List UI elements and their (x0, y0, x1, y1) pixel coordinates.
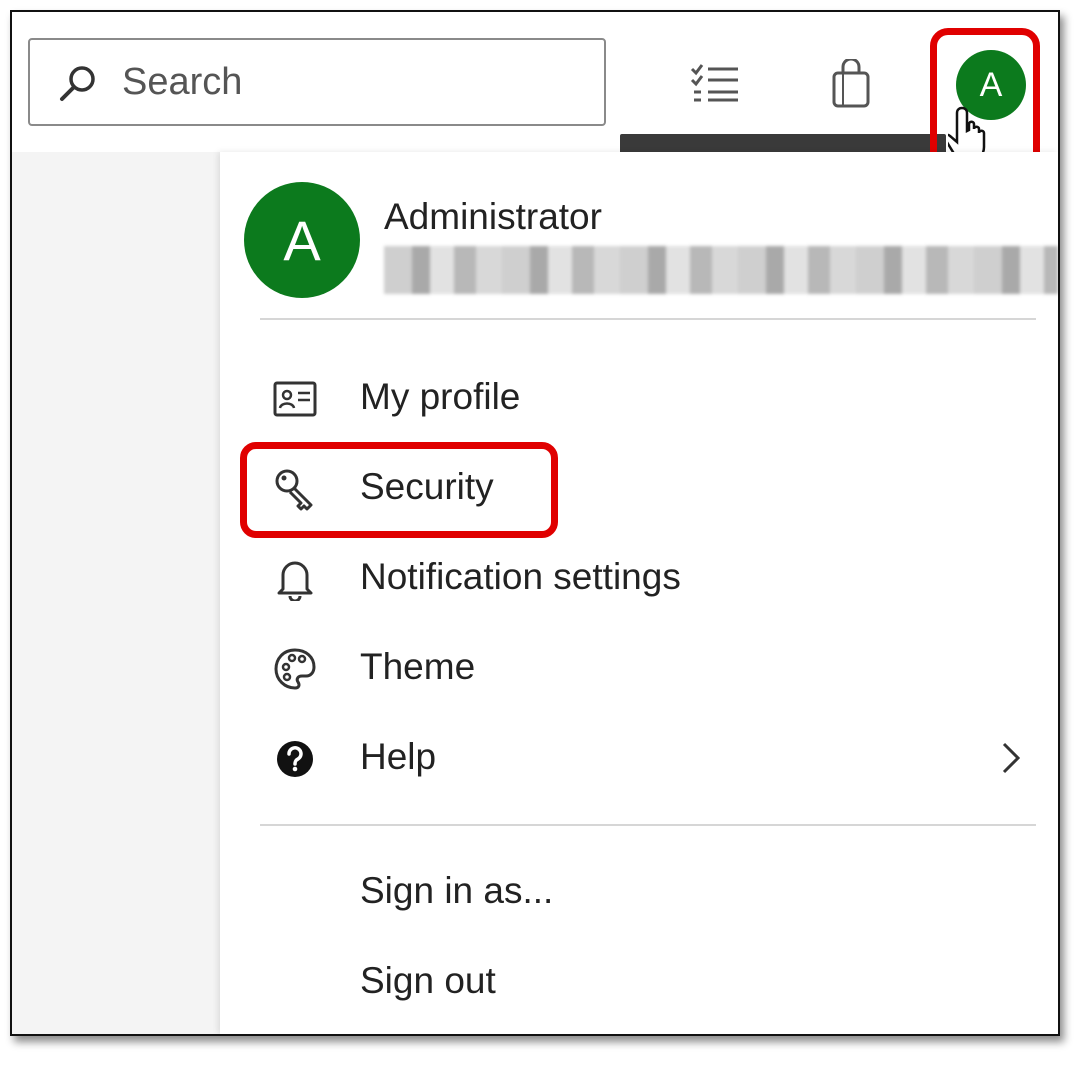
menu-item-label: Security (360, 466, 494, 507)
profile-card-icon (272, 376, 318, 422)
menu-divider (260, 318, 1036, 320)
menu-item-label: Theme (360, 646, 476, 687)
shopping-bag-icon[interactable] (826, 56, 876, 112)
search-input[interactable] (122, 58, 582, 106)
search-icon (60, 66, 95, 101)
app-window: A A Administrator My profile (10, 10, 1060, 1036)
account-menu: A Administrator My profile Security Noti… (220, 152, 1058, 1034)
menu-item-theme[interactable]: Theme (220, 628, 1058, 708)
menu-item-sign-out[interactable]: Sign out (220, 942, 1058, 1022)
menu-item-label: Sign out (360, 960, 496, 1001)
menu-item-label: Help (360, 736, 437, 777)
toolbar-underline (620, 134, 946, 154)
menu-item-my-profile[interactable]: My profile (220, 358, 1058, 438)
menu-item-label: My profile (360, 376, 521, 417)
bell-icon (272, 556, 318, 602)
menu-item-security[interactable]: Security (220, 448, 1058, 528)
search-box[interactable] (28, 38, 606, 126)
key-icon (272, 466, 318, 512)
user-avatar: A (244, 182, 360, 298)
menu-item-help[interactable]: Help (220, 718, 1058, 798)
checklist-icon[interactable] (686, 60, 744, 106)
palette-icon (272, 646, 318, 692)
help-icon (272, 736, 318, 782)
chevron-right-icon (1002, 742, 1021, 774)
menu-item-sign-in-as[interactable]: Sign in as... (220, 852, 1058, 932)
menu-item-label: Sign in as... (360, 870, 554, 911)
avatar-initial: A (283, 208, 321, 272)
menu-item-label: Notification settings (360, 556, 681, 597)
user-name: Administrator (384, 196, 602, 237)
user-email-redacted (384, 246, 1058, 294)
menu-item-notification-settings[interactable]: Notification settings (220, 538, 1058, 618)
menu-divider (260, 824, 1036, 826)
top-bar: A (12, 12, 1058, 184)
